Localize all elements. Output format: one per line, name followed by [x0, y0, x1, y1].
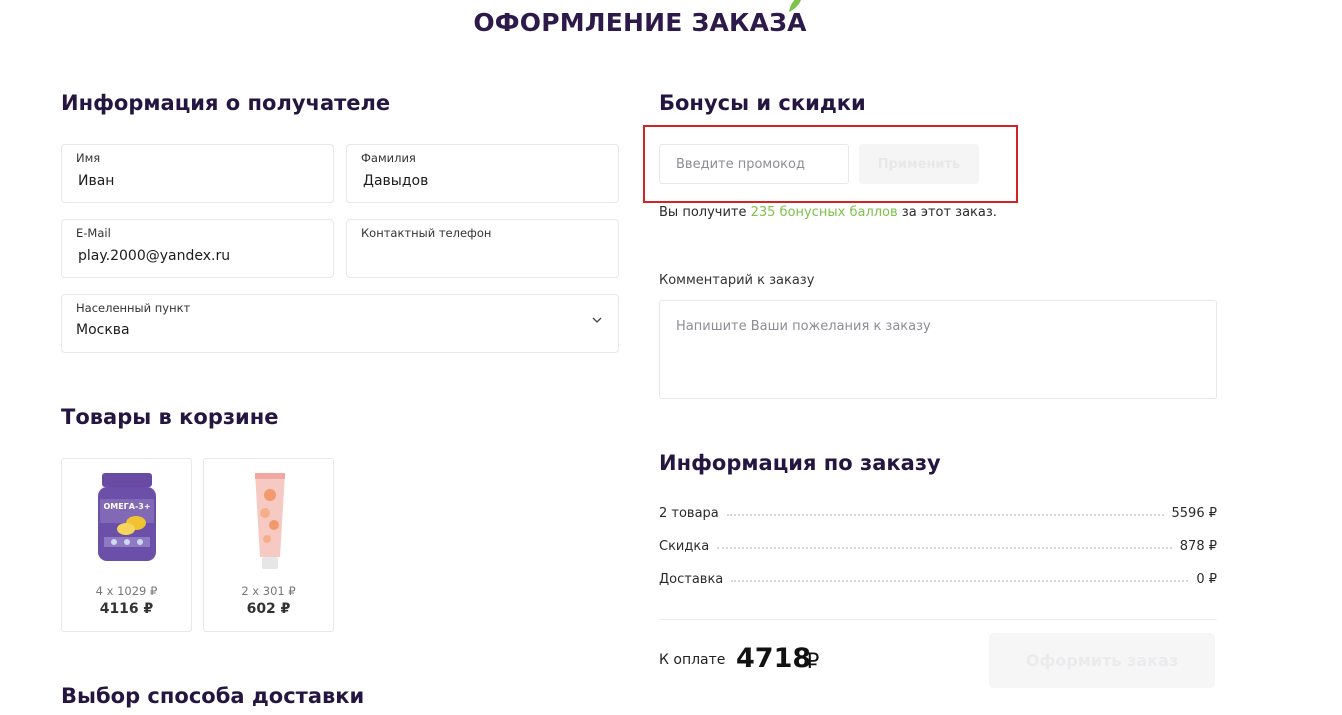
- item-total: 4116 ₽: [99, 601, 154, 617]
- first-name-label: Имя: [76, 151, 101, 165]
- apply-promo-button[interactable]: Применить: [859, 144, 979, 184]
- phone-field[interactable]: Контактный телефон: [346, 219, 619, 278]
- cart-section-title: Товары в корзине: [61, 405, 279, 429]
- page-title: ОФОРМЛЕНИЕ ЗАКАЗА: [473, 8, 807, 37]
- cream-tube-icon: [255, 473, 285, 569]
- summary-label: Скидка: [659, 538, 710, 554]
- pay-label: К оплате: [659, 652, 726, 668]
- first-name-field[interactable]: Имя Иван: [61, 144, 334, 203]
- item-qty-price: 4 x 1029 ₽: [95, 584, 158, 598]
- checkout-button[interactable]: Оформить заказ: [989, 633, 1215, 688]
- last-name-label: Фамилия: [361, 151, 416, 165]
- bonus-prefix: Вы получите: [659, 205, 751, 220]
- jar-label-text: ОМЕГА-3+: [103, 502, 150, 511]
- first-name-value[interactable]: Иван: [78, 173, 114, 189]
- leaf-icon: [789, 0, 801, 12]
- bonuses-section-title: Бонусы и скидки: [659, 91, 866, 115]
- pay-total: 4718: [736, 643, 812, 674]
- city-select[interactable]: Населенный пункт Москва: [61, 294, 619, 353]
- comment-textarea[interactable]: [659, 300, 1217, 399]
- summary-row-discount: Скидка 878 ₽: [659, 536, 1217, 556]
- summary-label: Доставка: [659, 571, 724, 587]
- promo-code-input[interactable]: [659, 144, 849, 184]
- recipient-section-title: Информация о получателе: [61, 91, 391, 115]
- order-info-section-title: Информация по заказу: [659, 451, 941, 475]
- bonus-info: Вы получите 235 бонусных баллов за этот …: [659, 205, 997, 220]
- summary-row-delivery: Доставка 0 ₽: [659, 569, 1217, 589]
- city-label: Населенный пункт: [76, 301, 191, 315]
- email-label: E-Mail: [76, 226, 111, 240]
- last-name-value[interactable]: Давыдов: [363, 173, 428, 189]
- city-value: Москва: [76, 322, 130, 338]
- delivery-section-title: Выбор способа доставки: [61, 684, 365, 708]
- supplement-jar-icon: ОМЕГА-3+: [98, 473, 156, 561]
- chevron-down-icon[interactable]: [592, 315, 602, 325]
- summary-label: 2 товара: [659, 505, 719, 521]
- summary-value: 5596 ₽: [1171, 505, 1218, 521]
- dotted-leader: [731, 580, 1189, 582]
- item-total: 602 ₽: [246, 601, 291, 617]
- dotted-leader: [726, 514, 1164, 516]
- cart-item[interactable]: ОМЕГА-3+ 4 x 1029 ₽ 4116 ₽: [61, 458, 192, 632]
- summary-divider: [659, 619, 1217, 620]
- last-name-field[interactable]: Фамилия Давыдов: [346, 144, 619, 203]
- phone-label: Контактный телефон: [361, 226, 492, 240]
- summary-value: 878 ₽: [1179, 538, 1217, 554]
- comment-label: Комментарий к заказу: [659, 273, 815, 288]
- summary-value: 0 ₽: [1196, 571, 1217, 587]
- cart-item[interactable]: 2 x 301 ₽ 602 ₽: [203, 458, 334, 632]
- pay-currency: ₽: [806, 649, 820, 673]
- dotted-leader: [717, 547, 1172, 549]
- bonus-suffix: за этот заказ.: [897, 205, 997, 220]
- item-qty-price: 2 x 301 ₽: [241, 584, 296, 598]
- email-field[interactable]: E-Mail play.2000@yandex.ru: [61, 219, 334, 278]
- email-value[interactable]: play.2000@yandex.ru: [78, 248, 230, 264]
- summary-row-items: 2 товара 5596 ₽: [659, 503, 1217, 523]
- bonus-amount: 235 бонусных баллов: [750, 205, 898, 220]
